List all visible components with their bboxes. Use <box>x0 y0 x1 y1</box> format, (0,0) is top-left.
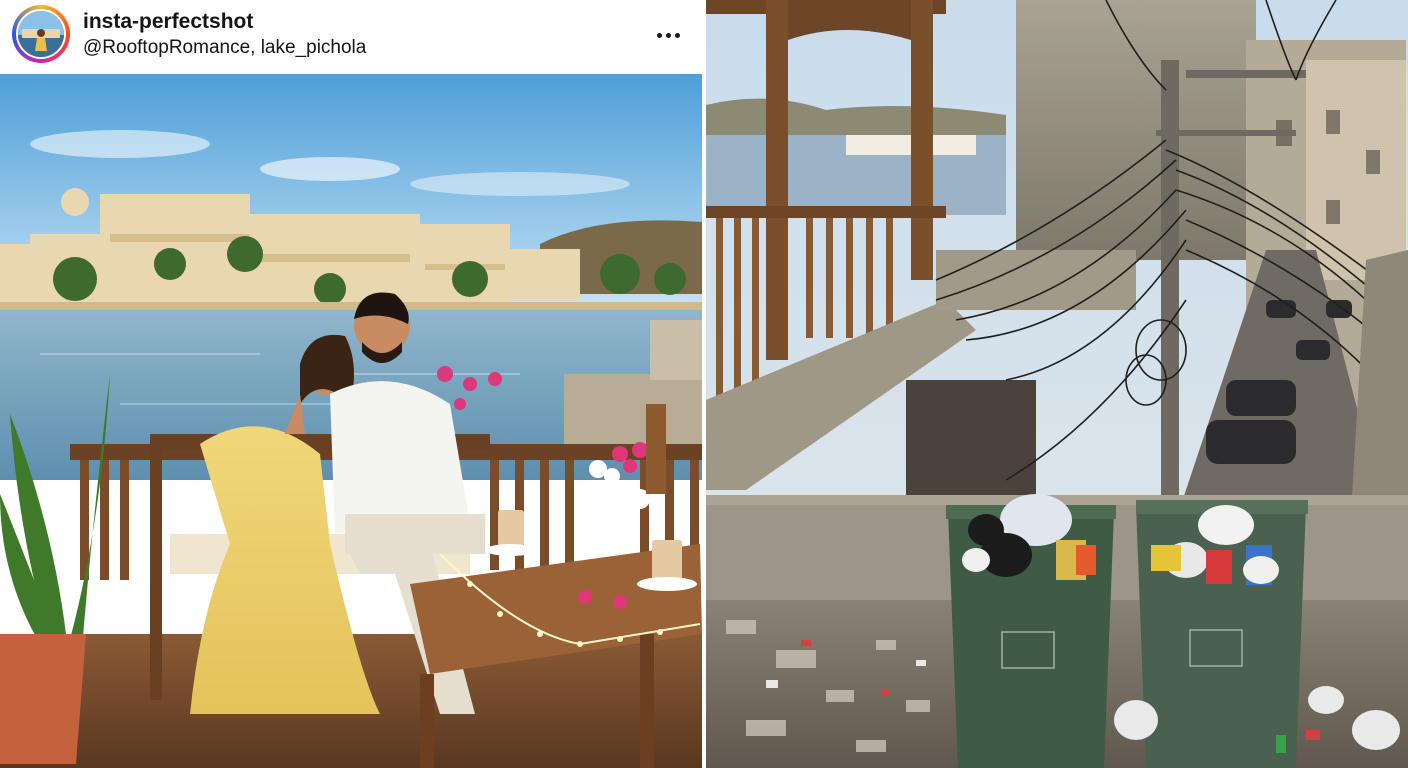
avatar[interactable] <box>16 9 66 59</box>
reality-photo[interactable] <box>706 0 1408 768</box>
more-horizontal-icon-dot <box>674 32 680 38</box>
instagram-post: insta-perfectshot @RooftopRomance, lake_… <box>0 0 702 768</box>
more-options-button[interactable] <box>648 20 688 50</box>
post-header: insta-perfectshot @RooftopRomance, lake_… <box>0 0 702 72</box>
avatar-image <box>18 11 64 57</box>
more-horizontal-icon-dot <box>665 32 671 38</box>
post-username[interactable]: insta-perfectshot <box>83 10 253 34</box>
romantic-rooftop-photo <box>0 74 702 768</box>
post-photo[interactable] <box>0 74 702 768</box>
story-ring[interactable] <box>12 5 70 63</box>
alley-garbage-photo <box>706 0 1408 768</box>
post-location[interactable]: @RooftopRomance, lake_pichola <box>83 37 366 59</box>
more-horizontal-icon <box>656 32 662 38</box>
